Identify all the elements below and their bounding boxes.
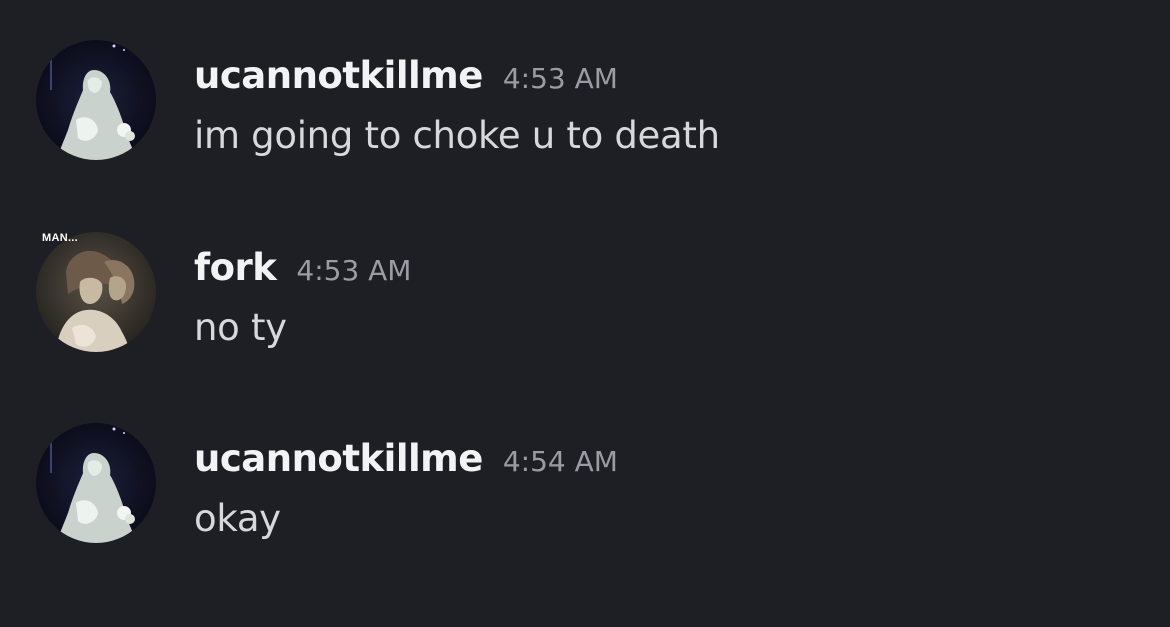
message-text: okay	[194, 497, 281, 540]
message-text: no ty	[194, 306, 287, 349]
timestamp: 4:53 AM	[502, 62, 618, 95]
user-avatar[interactable]	[36, 423, 156, 543]
message-text: im going to choke u to death	[194, 114, 720, 157]
chat-message: ucannotkillme 4:54 AM okay	[0, 423, 1170, 553]
chat-message: MAN... fork 4:53 AM no ty	[0, 232, 1170, 362]
statue-avatar-icon	[36, 40, 156, 160]
avatar-caption: MAN...	[42, 232, 79, 244]
timestamp: 4:54 AM	[502, 445, 618, 478]
username[interactable]: ucannotkillme	[194, 54, 483, 97]
message-header: ucannotkillme 4:53 AM	[194, 54, 618, 104]
username[interactable]: ucannotkillme	[194, 437, 483, 480]
user-avatar[interactable]	[36, 232, 156, 352]
chat-message: ucannotkillme 4:53 AM im going to choke u…	[0, 40, 1170, 170]
user-avatar[interactable]	[36, 40, 156, 160]
username[interactable]: fork	[194, 246, 277, 289]
anime-avatar-icon	[36, 232, 156, 352]
statue-avatar-icon	[36, 423, 156, 543]
timestamp: 4:53 AM	[296, 254, 412, 287]
chat-message-list: ucannotkillme 4:53 AM im going to choke u…	[0, 0, 1170, 627]
message-header: ucannotkillme 4:54 AM	[194, 437, 618, 487]
message-header: fork 4:53 AM	[194, 246, 411, 296]
